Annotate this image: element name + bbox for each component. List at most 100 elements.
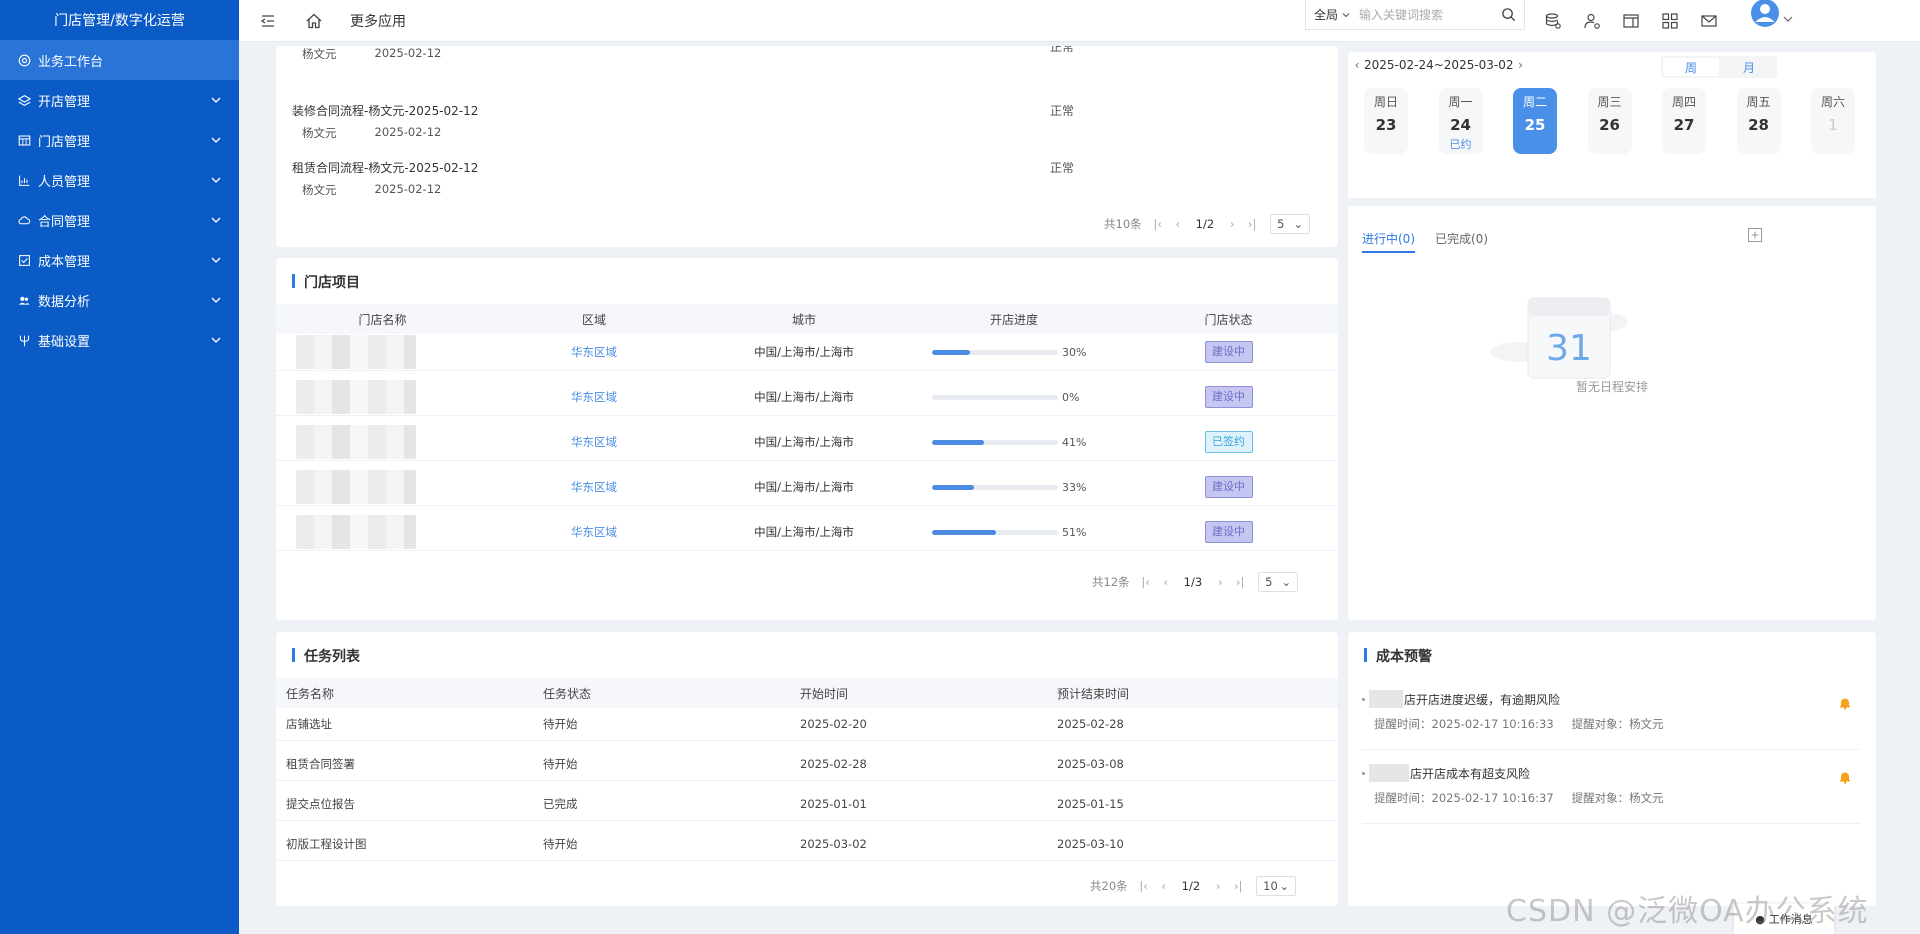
sidebar-item-store-opening[interactable]: 开店管理 xyxy=(0,80,239,120)
sidebar-item-contracts[interactable]: 合同管理 xyxy=(0,200,239,240)
chevron-down-icon xyxy=(209,293,223,307)
region-link[interactable]: 华东区域 xyxy=(571,525,617,539)
prev-week-icon[interactable]: ‹ xyxy=(1352,58,1362,72)
page-size-select[interactable]: 5 ⌄ xyxy=(1258,572,1299,592)
bell-icon[interactable] xyxy=(1838,696,1852,710)
table-row[interactable]: 店铺选址 待开始 2025-02-20 2025-02-28 xyxy=(276,708,1338,741)
calendar-day[interactable]: 周五 28 xyxy=(1736,88,1781,154)
table-row[interactable]: 华东区域 中国/上海市/上海市 30% 建设中 xyxy=(276,334,1338,371)
day-name: 周日 xyxy=(1373,95,1398,109)
search-input[interactable] xyxy=(1359,7,1500,22)
calendar-day[interactable]: 周二 25 xyxy=(1513,88,1557,154)
progress-text: 0% xyxy=(1062,390,1080,404)
region-link[interactable]: 华东区域 xyxy=(571,480,617,494)
layout-icon[interactable] xyxy=(1621,11,1641,31)
top-bar: 更多应用 全局 xyxy=(239,0,1920,42)
first-page-icon[interactable]: |‹ xyxy=(1148,214,1168,234)
table-row[interactable]: 华东区域 中国/上海市/上海市 0% 建设中 xyxy=(276,379,1338,416)
tab-ongoing[interactable]: 进行中(0) xyxy=(1362,230,1415,253)
sidebar-item-cost[interactable]: 成本管理 xyxy=(0,240,239,280)
calendar-day[interactable]: 周四 27 xyxy=(1662,88,1706,154)
sidebar-item-personnel[interactable]: 人员管理 xyxy=(0,160,239,200)
table-row[interactable]: 初版工程设计图 待开始 2025-03-02 2025-03-10 xyxy=(276,828,1338,861)
list-item[interactable]: 租赁合同流程-杨文元-2025-02-12 杨文元 2025-02-12 xyxy=(292,159,478,198)
region-cell: 华东区域 xyxy=(489,479,699,495)
region-link[interactable]: 华东区域 xyxy=(571,390,617,404)
pager-current: 1/2 xyxy=(1195,217,1215,231)
tab-done[interactable]: 已完成(0) xyxy=(1435,230,1488,253)
first-page-icon[interactable]: |‹ xyxy=(1134,876,1154,896)
sidebar-item-label: 人员管理 xyxy=(38,174,91,190)
apps-grid-icon[interactable] xyxy=(1660,11,1680,31)
table-row[interactable]: 华东区域 中国/上海市/上海市 33% 建设中 xyxy=(276,469,1338,506)
calendar-day[interactable]: 周一 24 已约 xyxy=(1438,88,1483,154)
last-page-icon[interactable]: ›| xyxy=(1230,572,1250,592)
search-scope-select[interactable]: 全局 xyxy=(1314,6,1351,23)
task-name: 初版工程设计图 xyxy=(286,837,367,851)
process-status: 正常 xyxy=(1050,104,1075,118)
pager-current: 1/2 xyxy=(1181,879,1201,893)
progress-bar xyxy=(932,484,1058,490)
region-cell: 华东区域 xyxy=(489,434,699,450)
prev-page-icon[interactable]: ‹ xyxy=(1154,876,1174,896)
more-apps-link[interactable]: 更多应用 xyxy=(350,11,406,31)
col-header: 区域 xyxy=(581,312,606,327)
user-settings-icon[interactable] xyxy=(1582,11,1602,31)
card-title: 门店项目 xyxy=(292,272,360,292)
chevron-down-icon[interactable] xyxy=(1783,12,1793,22)
list-item[interactable]: 装修合同流程-杨文元-2025-02-12 杨文元 2025-02-12 xyxy=(292,102,478,141)
page-size-select[interactable]: 10 ⌄ xyxy=(1256,876,1297,896)
task-start: 2025-01-01 xyxy=(800,797,867,811)
sidebar-item-workbench[interactable]: 业务工作台 xyxy=(0,40,239,80)
next-page-icon[interactable]: › xyxy=(1208,876,1228,896)
last-page-icon[interactable]: ›| xyxy=(1242,214,1262,234)
bell-icon[interactable] xyxy=(1838,770,1852,784)
table-row[interactable]: 租赁合同签署 待开始 2025-02-28 2025-03-08 xyxy=(276,748,1338,781)
sidebar-item-store-management[interactable]: 门店管理 xyxy=(0,120,239,160)
calendar-day[interactable]: 周日 23 xyxy=(1364,88,1408,154)
sidebar-item-settings[interactable]: 基础设置 xyxy=(0,320,239,360)
progress-text: 33% xyxy=(1062,480,1087,494)
task-end: 2025-03-10 xyxy=(1057,837,1124,851)
week-range: ‹ 2025-02-24~2025-03-02 › xyxy=(1352,58,1526,72)
collapse-menu-icon[interactable] xyxy=(258,11,278,31)
home-icon[interactable] xyxy=(304,11,324,31)
alert-item[interactable]: 店开店进度迟缓，有逾期风险 提醒时间：2025-02-17 10:16:33 提醒… xyxy=(1362,690,1860,750)
divider xyxy=(1348,198,1876,206)
next-page-icon[interactable]: › xyxy=(1222,214,1242,234)
page-size-select[interactable]: 5 ⌄ xyxy=(1270,214,1311,234)
prev-page-icon[interactable]: ‹ xyxy=(1156,572,1176,592)
next-page-icon[interactable]: › xyxy=(1210,572,1230,592)
last-page-icon[interactable]: ›| xyxy=(1228,876,1248,896)
user-avatar[interactable] xyxy=(1748,0,1782,27)
region-link[interactable]: 华东区域 xyxy=(571,435,617,449)
table-row[interactable]: 提交点位报告 已完成 2025-01-01 2025-01-15 xyxy=(276,788,1338,821)
day-date: 23 xyxy=(1375,116,1397,134)
calendar-day[interactable]: 周六 1 xyxy=(1811,88,1855,154)
view-month-button[interactable]: 月 xyxy=(1721,56,1777,78)
alert-item[interactable]: 店开店成本有超支风险 提醒时间：2025-02-17 10:16:37 提醒对象：… xyxy=(1362,764,1860,824)
list-item[interactable]: 杨文元 2025-02-12 xyxy=(292,46,441,62)
redacted-name xyxy=(1369,764,1409,782)
mail-icon[interactable] xyxy=(1699,11,1719,31)
region-link[interactable]: 华东区域 xyxy=(571,345,617,359)
process-person: 杨文元 xyxy=(302,47,337,61)
table-row[interactable]: 华东区域 中国/上海市/上海市 41% 已签约 xyxy=(276,424,1338,461)
next-week-icon[interactable]: › xyxy=(1516,58,1526,72)
table-row[interactable]: 华东区域 中国/上海市/上海市 51% 建设中 xyxy=(276,514,1338,551)
first-page-icon[interactable]: |‹ xyxy=(1136,572,1156,592)
watermark: CSDN @泛微OA办公系统 xyxy=(1506,894,1869,929)
sidebar-item-analytics[interactable]: 数据分析 xyxy=(0,280,239,320)
sidebar-item-label: 开店管理 xyxy=(38,94,91,110)
status-badge: 建设中 xyxy=(1204,386,1253,408)
add-schedule-icon[interactable] xyxy=(1748,228,1762,242)
page-size-value: 5 xyxy=(1277,217,1285,231)
calendar-day[interactable]: 周三 26 xyxy=(1587,88,1632,154)
search-icon[interactable] xyxy=(1501,7,1516,22)
cloud-icon xyxy=(16,212,32,228)
prev-page-icon[interactable]: ‹ xyxy=(1168,214,1188,234)
process-person: 杨文元 xyxy=(302,126,337,140)
view-week-button[interactable]: 周 xyxy=(1663,58,1719,76)
status-cell: 建设中 xyxy=(1119,521,1338,543)
database-settings-icon[interactable] xyxy=(1543,11,1563,31)
